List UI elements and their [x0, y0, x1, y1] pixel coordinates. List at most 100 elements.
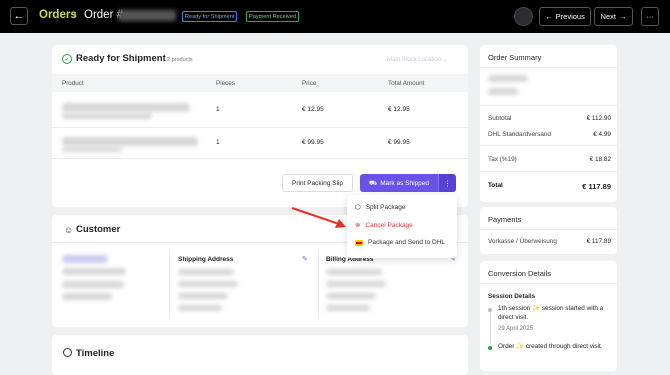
- redacted-customer-email: [62, 268, 126, 275]
- cancel-package-label: Cancel Package: [365, 221, 413, 229]
- redacted-shipping-line: [178, 293, 228, 299]
- redacted-product-name: [62, 137, 198, 146]
- order-event-text: Order ✨ created through direct visit.: [498, 343, 603, 350]
- mark-as-shipped-label: Mark as Shipped: [380, 179, 429, 187]
- shipping-value: € 4.99: [593, 131, 611, 138]
- order-summary-title: Order Summary: [488, 53, 542, 62]
- shipment-actions-menu: ⬡ Split Package ⊗ Cancel Package Package…: [347, 195, 457, 258]
- divider: [480, 283, 617, 284]
- row-divider: [52, 158, 468, 159]
- row2-total: € 99.95: [388, 139, 410, 146]
- divider: [480, 105, 617, 106]
- payment-status-badge: Payment Received: [246, 11, 299, 22]
- stock-location-select[interactable]: Main Stock Location ⌄: [387, 56, 448, 63]
- divider: [318, 249, 319, 319]
- arrow-right-icon: →: [618, 12, 627, 21]
- shipment-status-badge: Ready for Shipment: [182, 11, 238, 22]
- column-total: Total Amount: [388, 80, 425, 87]
- row1-price: € 12.95: [302, 106, 324, 113]
- top-bar: ← Orders › Order # Ready for Shipment Pa…: [0, 0, 670, 33]
- back-button[interactable]: ←: [10, 7, 28, 25]
- next-label: Next: [600, 12, 616, 21]
- timeline-card: Timeline: [52, 335, 468, 375]
- redacted-product-detail: [62, 113, 152, 119]
- chevron-down-icon: ⌄: [442, 57, 448, 63]
- x-circle-icon: ⊗: [355, 222, 361, 229]
- stock-location-label: Main Stock Location: [387, 57, 442, 63]
- session-event-date: 29 April 2025: [498, 326, 534, 332]
- tax-row: Tax (%19) € 18.82: [488, 156, 611, 163]
- conversion-title: Conversion Details: [488, 269, 551, 278]
- redacted-billing-line: [326, 293, 376, 299]
- arrow-left-icon: ←: [545, 12, 553, 21]
- next-button[interactable]: Next →: [594, 7, 633, 26]
- print-packing-slip-button[interactable]: Print Packing Slip: [282, 174, 353, 192]
- split-package-item[interactable]: ⬡ Split Package: [355, 203, 406, 212]
- redacted-customer-phone: [62, 281, 124, 288]
- truck-icon: ⛟: [369, 179, 378, 187]
- clock-icon: [63, 348, 72, 357]
- timeline-title: Timeline: [76, 348, 115, 359]
- send-to-dhl-item[interactable]: Package and Send to DHL: [355, 239, 445, 246]
- previous-button[interactable]: ← Previous: [539, 7, 591, 26]
- redacted-customer-name[interactable]: [62, 255, 108, 263]
- breadcrumb-orders[interactable]: Orders: [39, 9, 77, 21]
- subtotal-value: € 112.90: [586, 115, 611, 122]
- redacted-billing-line: [326, 281, 386, 287]
- redacted-customer-info: [62, 293, 112, 300]
- redacted-product-detail: [62, 147, 122, 152]
- annotation-arrow-icon: [291, 207, 346, 228]
- dhl-logo-icon: [355, 239, 363, 246]
- product-count: 2 products: [167, 57, 193, 63]
- breadcrumb-separator: ›: [73, 9, 77, 21]
- edit-shipping-icon[interactable]: ✎: [302, 255, 308, 263]
- timeline-dot: [488, 346, 492, 350]
- order-summary-card: Order Summary Subtotal € 112.90 DHL Stan…: [480, 45, 617, 202]
- avatar[interactable]: [514, 7, 533, 26]
- row2-pieces: 1: [216, 139, 220, 146]
- timeline-dot: [488, 308, 492, 312]
- more-options-button[interactable]: ···: [641, 7, 659, 26]
- redacted-billing-line: [326, 305, 370, 311]
- customer-title: Customer: [76, 224, 121, 235]
- split-package-label: Split Package: [365, 203, 406, 211]
- redacted-shipping-line: [178, 305, 222, 311]
- row2-price: € 99.95: [302, 139, 324, 146]
- mark-as-shipped-button[interactable]: ⛟ Mark as Shipped: [360, 174, 438, 192]
- shipping-label: DHL Standardversand: [488, 131, 551, 138]
- subtotal-label: Subtotal: [488, 115, 512, 122]
- subtotal-row: Subtotal € 112.90: [488, 115, 611, 122]
- conversion-details-card: Conversion Details Session Details 1th s…: [480, 261, 617, 371]
- package-icon: ⬡: [355, 204, 361, 211]
- redacted-summary-line: [488, 88, 518, 95]
- redacted-billing-line: [326, 269, 382, 275]
- shipping-row: DHL Standardversand € 4.99: [488, 131, 611, 138]
- divider: [480, 171, 617, 172]
- timeline-connector: [489, 311, 491, 345]
- redacted-shipping-line: [178, 269, 234, 275]
- divider: [480, 229, 617, 230]
- row1-pieces: 1: [216, 106, 220, 113]
- check-circle-icon: ✓: [62, 54, 72, 64]
- payments-card: Payments Vorkasse / Überweisung € 117.89: [480, 207, 617, 254]
- redacted-summary-line: [488, 75, 528, 82]
- session-details-title: Session Details: [488, 293, 536, 300]
- shipping-address-label: Shipping Address: [178, 256, 234, 263]
- total-value: € 117.89: [582, 182, 611, 191]
- session-event-text: 1th session ✨ session started with a dir…: [498, 305, 604, 321]
- column-product: Product: [62, 80, 84, 87]
- total-row: Total € 117.89: [488, 182, 611, 191]
- ellipsis-icon: ···: [646, 12, 654, 21]
- payment-row: Vorkasse / Überweisung € 117.89: [488, 238, 611, 245]
- column-pieces: Pieces: [216, 80, 235, 87]
- column-price: Price: [302, 80, 317, 87]
- shipment-title: Ready for Shipment: [76, 53, 166, 64]
- divider: [480, 67, 617, 68]
- payments-title: Payments: [488, 215, 522, 224]
- send-to-dhl-label: Package and Send to DHL: [368, 239, 445, 246]
- shipment-more-button[interactable]: ⋮: [438, 174, 456, 192]
- tax-value: € 18.82: [589, 156, 611, 163]
- payment-amount: € 117.89: [586, 238, 611, 245]
- cancel-package-item[interactable]: ⊗ Cancel Package: [355, 221, 413, 230]
- tax-label: Tax (%19): [488, 156, 517, 163]
